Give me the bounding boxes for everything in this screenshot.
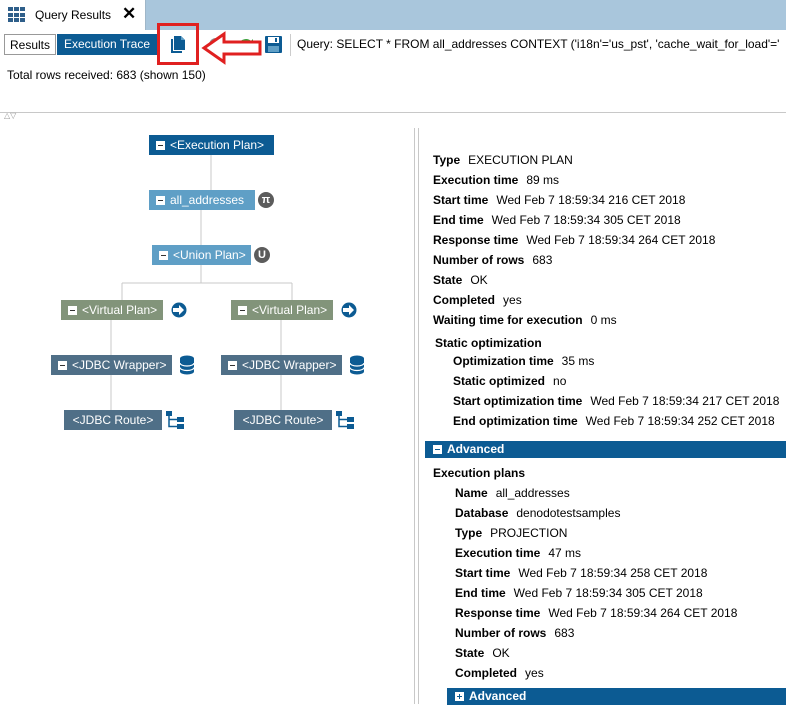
- collapse-icon[interactable]: [68, 306, 77, 315]
- results-tab-button[interactable]: Results: [4, 34, 56, 55]
- detail-row: End optimization time Wed Feb 7 18:59:34 …: [453, 414, 775, 428]
- detail-row: Response time Wed Feb 7 18:59:34 264 CET …: [433, 233, 716, 247]
- detail-row: Optimization time 35 ms: [453, 354, 595, 368]
- tree-node-virtual-plan-left[interactable]: <Virtual Plan>: [61, 300, 163, 320]
- database-icon: [179, 355, 195, 375]
- collapse-icon[interactable]: [238, 306, 247, 315]
- detail-row: End time Wed Feb 7 18:59:34 305 CET 2018: [433, 213, 681, 227]
- save-icon[interactable]: [264, 35, 283, 54]
- horizontal-splitter[interactable]: [0, 112, 786, 113]
- detail-row: Name all_addresses: [455, 486, 570, 500]
- detail-row: Waiting time for execution 0 ms: [433, 313, 617, 327]
- union-icon: U: [254, 247, 270, 263]
- annotation-arrow-icon: [201, 31, 262, 65]
- tab-title: Query Results: [35, 8, 112, 22]
- grid-icon: [8, 7, 26, 23]
- toolbar-separator: [290, 34, 291, 56]
- static-optimization-title: Static optimization: [435, 336, 542, 350]
- tree-node-virtual-plan-right[interactable]: <Virtual Plan>: [231, 300, 333, 320]
- total-rows-status: Total rows received: 683 (shown 150): [7, 68, 206, 82]
- tab-query-results[interactable]: Query Results ✕: [0, 0, 146, 30]
- detail-row: Start optimization time Wed Feb 7 18:59:3…: [453, 394, 780, 408]
- tree-node-union-plan[interactable]: <Union Plan>: [152, 245, 251, 265]
- projection-icon: π: [258, 192, 274, 208]
- expand-icon[interactable]: [455, 692, 464, 701]
- detail-row: Static optimized no: [453, 374, 567, 388]
- detail-row: Type PROJECTION: [455, 526, 568, 540]
- execution-trace-tab-button[interactable]: Execution Trace: [57, 34, 157, 55]
- copy-icon[interactable]: [169, 35, 187, 53]
- collapse-icon[interactable]: [433, 445, 442, 454]
- detail-row: Start time Wed Feb 7 18:59:34 258 CET 201…: [455, 566, 708, 580]
- hierarchy-icon: [166, 411, 184, 429]
- tree-node-jdbc-wrapper-left[interactable]: <JDBC Wrapper>: [51, 355, 172, 375]
- collapse-icon[interactable]: [156, 196, 165, 205]
- advanced-section-toggle[interactable]: Advanced: [425, 441, 786, 458]
- detail-row: Database denodotestsamples: [455, 506, 621, 520]
- tree-node-jdbc-route-right[interactable]: <JDBC Route>: [234, 410, 332, 430]
- detail-row: Execution time 47 ms: [455, 546, 582, 560]
- detail-row: Execution time 89 ms: [433, 173, 560, 187]
- hierarchy-icon: [336, 411, 354, 429]
- detail-row: Start time Wed Feb 7 18:59:34 216 CET 201…: [433, 193, 686, 207]
- advanced-subsection-toggle[interactable]: Advanced: [447, 688, 786, 705]
- vertical-splitter[interactable]: [414, 128, 419, 704]
- detail-row: Completed yes: [433, 293, 522, 307]
- database-icon: [349, 355, 365, 375]
- detail-row: Number of rows 683: [433, 253, 553, 267]
- close-icon[interactable]: ✕: [122, 4, 136, 24]
- collapse-icon[interactable]: [58, 361, 67, 370]
- detail-row: Number of rows 683: [455, 626, 575, 640]
- collapse-icon[interactable]: [228, 361, 237, 370]
- detail-row: Response time Wed Feb 7 18:59:34 264 CET …: [455, 606, 738, 620]
- tree-node-execution-plan[interactable]: <Execution Plan>: [149, 135, 274, 155]
- tree-node-all-addresses[interactable]: all_addresses: [149, 190, 255, 210]
- detail-row: State OK: [433, 273, 488, 287]
- collapse-icon[interactable]: [159, 251, 168, 260]
- collapse-icon[interactable]: [156, 141, 165, 150]
- collapse-arrows-icon[interactable]: △▽: [4, 111, 16, 121]
- detail-row: End time Wed Feb 7 18:59:34 305 CET 2018: [455, 586, 703, 600]
- arrow-circle-icon: [171, 302, 187, 318]
- tree-node-jdbc-route-left[interactable]: <JDBC Route>: [64, 410, 162, 430]
- tree-node-jdbc-wrapper-right[interactable]: <JDBC Wrapper>: [221, 355, 342, 375]
- arrow-circle-icon: [341, 302, 357, 318]
- detail-row: Type EXECUTION PLAN: [433, 153, 573, 167]
- detail-row: Completed yes: [455, 666, 544, 680]
- execution-plans-title: Execution plans: [433, 466, 526, 480]
- tree-connectors: [110, 155, 293, 410]
- detail-row: State OK: [455, 646, 510, 660]
- query-text: Query: SELECT * FROM all_addresses CONTE…: [297, 37, 780, 51]
